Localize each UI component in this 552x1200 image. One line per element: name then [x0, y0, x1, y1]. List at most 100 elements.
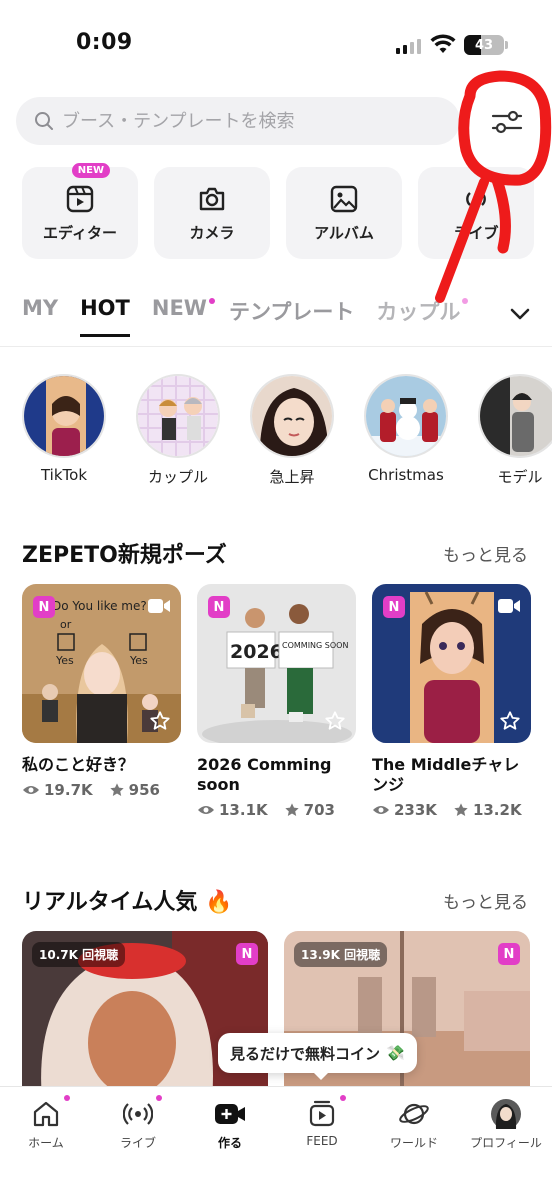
eye-icon [373, 806, 389, 814]
divider [0, 346, 552, 347]
view-count-badge: 13.9K 回視聴 [294, 942, 388, 967]
battery-indicator: 43 [464, 35, 504, 55]
pose-card[interactable]: Do You like me? or Yes Yes N 私のこと好き？ 19.… [22, 584, 181, 819]
category-thumbnail [250, 374, 334, 458]
nav-create[interactable]: 作る [184, 1087, 276, 1200]
cellular-signal-icon [396, 38, 421, 54]
new-badge: NEW [71, 163, 110, 178]
see-more-link[interactable]: もっと見る [443, 888, 528, 913]
notification-dot [462, 298, 469, 304]
tab-template[interactable]: テンプレート [229, 296, 354, 340]
category-christmas[interactable]: Christmas [364, 374, 448, 487]
search-icon [35, 112, 53, 130]
pose-title: 私のこと好き？ [22, 755, 135, 774]
new-badge: N [383, 596, 405, 618]
wifi-icon [430, 34, 456, 53]
nav-live[interactable]: ライブ [92, 1087, 184, 1200]
tab-label: テンプレート [228, 300, 355, 324]
pose-stats: 233K 13.2K [372, 801, 531, 819]
notification-dot [64, 1095, 70, 1101]
pose-card[interactable]: 2026 COMMING SOON N 2026 Comming soon 13… [197, 584, 356, 819]
section-title: ZEPETO新規ポーズ [22, 543, 227, 568]
pose-thumbnail: 2026 COMMING SOON N [197, 584, 356, 743]
nav-world[interactable]: ワールド [368, 1087, 460, 1200]
tab-couple[interactable]: カップル [376, 296, 469, 340]
pose-stats: 13.1K 703 [197, 801, 356, 819]
thumb-caption: COMMING SOON [282, 641, 348, 650]
tab-label: カップル [376, 300, 461, 324]
category-thumbnail [136, 374, 220, 458]
image-icon [330, 185, 358, 212]
filter-button[interactable] [485, 102, 529, 142]
video-icon [498, 599, 520, 613]
tooltip-text: 見るだけで無料コイン [230, 1044, 381, 1063]
view-count: 19.7K [44, 781, 93, 799]
see-more-link[interactable]: もっと見る [443, 541, 528, 566]
pose-list: Do You like me? or Yes Yes N 私のこと好き？ 19.… [22, 584, 531, 819]
search-input[interactable] [62, 110, 442, 132]
tab-my[interactable]: MY [22, 296, 58, 334]
pose-thumbnail: N [372, 584, 531, 743]
category-list: TikTok カップル 急上昇 Christmas モデル [22, 374, 552, 487]
section-title-text: リアルタイム人気 [22, 890, 198, 915]
camera-label: カメラ [189, 223, 235, 242]
nav-label: プロフィール [470, 1136, 542, 1150]
tab-new[interactable]: NEW [152, 296, 215, 334]
video-icon [148, 599, 170, 613]
star-icon [109, 783, 124, 796]
tab-hot[interactable]: HOT [80, 296, 130, 337]
nav-feed[interactable]: FEED [276, 1087, 368, 1200]
money-emoji: 💸 [386, 1044, 405, 1062]
tab-label: HOT [80, 296, 130, 320]
camera-button[interactable]: カメラ [154, 167, 270, 259]
status-time: 0:09 [76, 30, 133, 55]
category-label: Christmas [368, 466, 444, 484]
editor-label: エディター [43, 223, 117, 242]
pose-stats: 19.7K 956 [22, 781, 181, 799]
view-count-badge: 10.7K 回視聴 [32, 942, 126, 967]
star-count: 13.2K [472, 801, 522, 819]
category-thumbnail [364, 374, 448, 458]
feed-icon [309, 1100, 335, 1127]
fire-emoji: 🔥 [205, 890, 233, 915]
pose-card[interactable]: N The Middleチャレンジ 233K 13.2K [372, 584, 531, 819]
free-coin-tooltip[interactable]: 見るだけで無料コイン 💸 [218, 1033, 417, 1080]
favorite-star-icon[interactable] [499, 710, 521, 732]
thumb-caption: Yes [55, 654, 74, 667]
category-tiktok[interactable]: TikTok [22, 374, 106, 487]
section-title: リアルタイム人気 🔥 [22, 884, 232, 916]
nav-label: ライブ [119, 1136, 156, 1150]
search-bar[interactable] [16, 97, 460, 145]
live-button[interactable]: ライブ [418, 167, 534, 259]
eye-icon [198, 806, 214, 814]
star-icon [454, 803, 468, 816]
pose-title: The Middleチャレンジ [372, 755, 520, 794]
favorite-star-icon[interactable] [324, 710, 346, 732]
pose-thumbnail: Do You like me? or Yes Yes N [22, 584, 181, 743]
nav-home[interactable]: ホーム [0, 1087, 92, 1200]
nav-label: 作る [217, 1136, 242, 1150]
video-editor-icon [66, 185, 94, 212]
editor-button[interactable]: NEW エディター [22, 163, 138, 259]
quick-actions: NEW エディター カメラ アルバム ライブ [22, 163, 534, 259]
thumb-caption: Yes [129, 654, 148, 667]
album-button[interactable]: アルバム [286, 167, 402, 259]
live-list: 10.7K 回視聴 N 13.9K 回視聴 N [22, 931, 530, 1101]
nav-profile[interactable]: プロフィール [460, 1087, 552, 1200]
live-card[interactable]: 10.7K 回視聴 N [22, 931, 268, 1101]
category-label: モデル [497, 468, 543, 486]
live-icon [123, 1103, 153, 1125]
star-count: 703 [303, 801, 335, 819]
category-thumbnail [478, 374, 552, 458]
favorite-star-icon[interactable] [149, 710, 171, 732]
create-icon [215, 1104, 245, 1124]
pose-title: 2026 Comming soon [197, 755, 332, 794]
nav-label: ワールド [389, 1136, 438, 1150]
notification-dot [340, 1095, 346, 1101]
new-badge: N [498, 943, 520, 965]
chevron-down-icon[interactable] [508, 304, 532, 324]
category-model[interactable]: モデル [478, 374, 552, 487]
category-couple[interactable]: カップル [136, 374, 220, 487]
battery-cap [505, 41, 508, 49]
category-rising[interactable]: 急上昇 [250, 374, 334, 487]
